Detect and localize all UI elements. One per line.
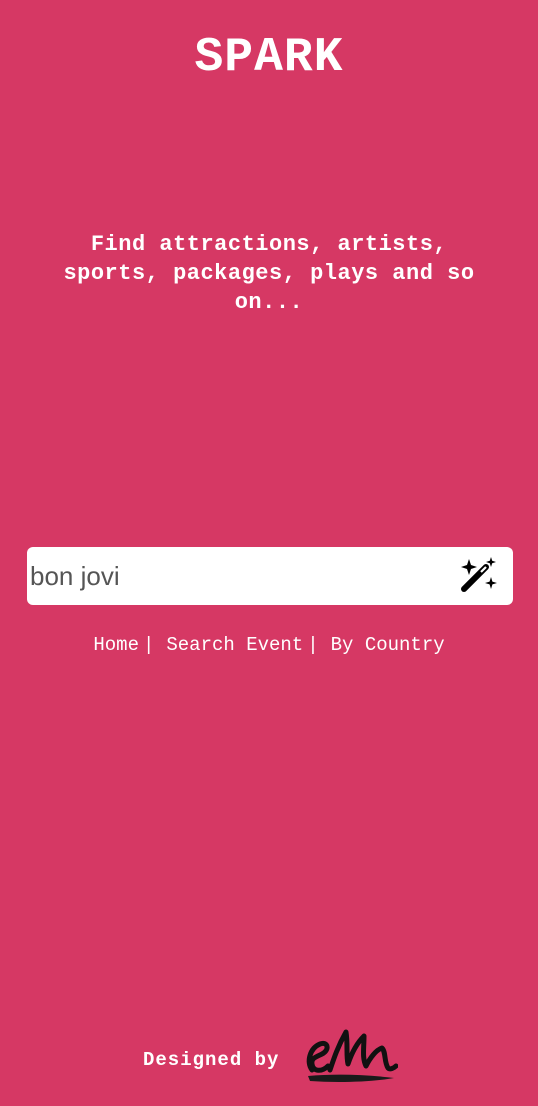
search-box [27,547,513,605]
app-title: SPARK [194,31,344,85]
nav-by-country-link[interactable]: By Country [331,634,445,656]
search-input[interactable] [30,547,440,605]
em-logo [306,1029,398,1082]
nav-separator: | [142,634,155,656]
tagline: Find attractions, artists, sports, packa… [63,232,475,315]
magic-search-button[interactable] [457,555,499,597]
page: { "app": { "title": "SPARK", "tagline": … [0,0,538,1106]
footer: Designed by [0,1022,538,1088]
magic-wand-icon [461,557,497,592]
nav-separator: | [307,634,319,656]
nav-home-link[interactable]: Home [93,634,139,656]
footer-designed-by: Designed by [143,1049,280,1071]
nav-links: Home | Search Event | By Country [0,632,538,658]
nav-search-event-link[interactable]: Search Event [166,634,303,656]
